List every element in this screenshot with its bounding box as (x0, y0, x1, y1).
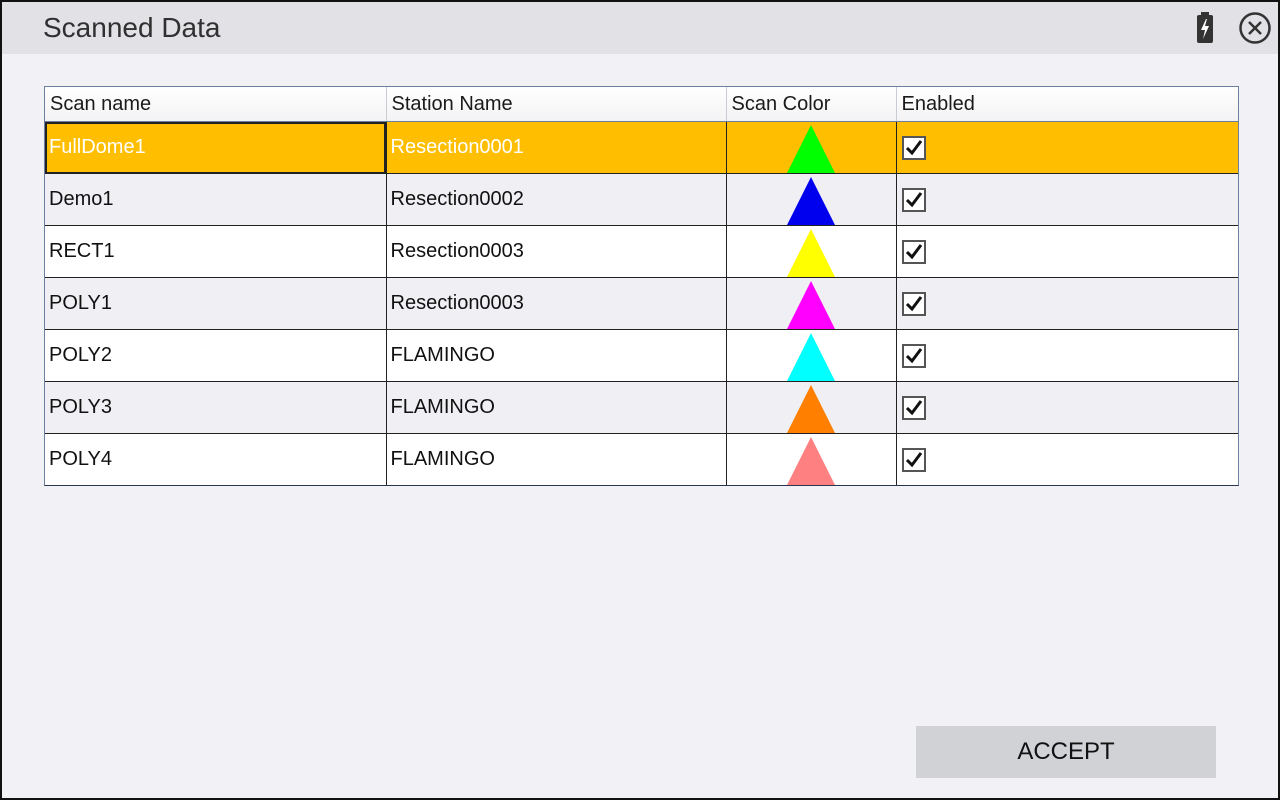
enabled-cell (896, 121, 1238, 174)
close-icon[interactable] (1238, 11, 1272, 45)
enabled-checkbox[interactable] (901, 395, 926, 420)
scan-color-cell[interactable] (726, 381, 897, 434)
table-row[interactable]: FullDome1 Resection0001 (45, 121, 1238, 174)
scan-color-triangle-icon (787, 384, 835, 433)
table-header: Scan name Station Name Scan Color Enable… (45, 87, 1238, 122)
scan-color-cell[interactable] (726, 225, 897, 278)
enabled-cell (896, 225, 1238, 278)
scan-color-cell[interactable] (726, 433, 897, 485)
title-bar: Scanned Data (2, 2, 1278, 54)
station-name-cell[interactable]: FLAMINGO (386, 381, 727, 434)
scan-color-cell[interactable] (726, 329, 897, 382)
scan-color-triangle-icon (787, 436, 835, 485)
checkmark-icon (905, 399, 922, 415)
checkmark-icon (905, 347, 922, 363)
checkmark-icon (905, 139, 922, 155)
window-title: Scanned Data (43, 12, 221, 43)
enabled-checkbox[interactable] (901, 343, 926, 368)
scan-color-triangle-icon (787, 228, 835, 277)
scan-name-cell[interactable]: POLY1 (45, 277, 387, 330)
enabled-checkbox[interactable] (901, 135, 926, 160)
table-row[interactable]: POLY1 Resection0003 (45, 277, 1238, 330)
battery-charging-icon (1197, 12, 1213, 43)
enabled-cell (896, 433, 1238, 485)
scan-color-triangle-icon (787, 280, 835, 329)
enabled-cell (896, 381, 1238, 434)
scanned-data-window: Scanned Data Scan name Station Name Scan… (0, 0, 1280, 800)
scan-color-triangle-icon (787, 124, 835, 173)
checkmark-icon (905, 451, 922, 467)
table-row[interactable]: Demo1 Resection0002 (45, 173, 1238, 226)
scan-name-cell[interactable]: POLY4 (45, 433, 387, 485)
scan-color-cell[interactable] (726, 277, 897, 330)
scan-name-cell[interactable]: Demo1 (45, 173, 387, 226)
column-header-enabled[interactable]: Enabled (896, 87, 1238, 122)
enabled-cell (896, 329, 1238, 382)
enabled-checkbox[interactable] (901, 291, 926, 316)
checkmark-icon (905, 295, 922, 311)
scan-color-cell[interactable] (726, 173, 897, 226)
enabled-checkbox[interactable] (901, 187, 926, 212)
column-header-station-name[interactable]: Station Name (386, 87, 727, 122)
station-name-cell[interactable]: Resection0003 (386, 277, 727, 330)
accept-button[interactable]: ACCEPT (916, 726, 1216, 778)
column-header-scan-color[interactable]: Scan Color (726, 87, 897, 122)
table-row[interactable]: POLY3 FLAMINGO (45, 381, 1238, 434)
checkmark-icon (905, 243, 922, 259)
table-row[interactable]: RECT1 Resection0003 (45, 225, 1238, 278)
scan-color-triangle-icon (787, 332, 835, 381)
table-row[interactable]: POLY4 FLAMINGO (45, 433, 1238, 485)
scan-name-cell[interactable]: FullDome1 (45, 121, 387, 174)
checkmark-icon (905, 191, 922, 207)
enabled-checkbox[interactable] (901, 239, 926, 264)
scan-name-cell[interactable]: POLY2 (45, 329, 387, 382)
enabled-checkbox[interactable] (901, 447, 926, 472)
station-name-cell[interactable]: FLAMINGO (386, 433, 727, 485)
scanned-data-table: Scan name Station Name Scan Color Enable… (44, 86, 1239, 486)
column-header-scan-name[interactable]: Scan name (45, 87, 387, 122)
scan-name-cell[interactable]: POLY3 (45, 381, 387, 434)
enabled-cell (896, 173, 1238, 226)
station-name-cell[interactable]: Resection0002 (386, 173, 727, 226)
scan-color-triangle-icon (787, 176, 835, 225)
enabled-cell (896, 277, 1238, 330)
station-name-cell[interactable]: FLAMINGO (386, 329, 727, 382)
scan-name-cell[interactable]: RECT1 (45, 225, 387, 278)
station-name-cell[interactable]: Resection0001 (386, 121, 727, 174)
scan-color-cell[interactable] (726, 121, 897, 174)
station-name-cell[interactable]: Resection0003 (386, 225, 727, 278)
table-row[interactable]: POLY2 FLAMINGO (45, 329, 1238, 382)
